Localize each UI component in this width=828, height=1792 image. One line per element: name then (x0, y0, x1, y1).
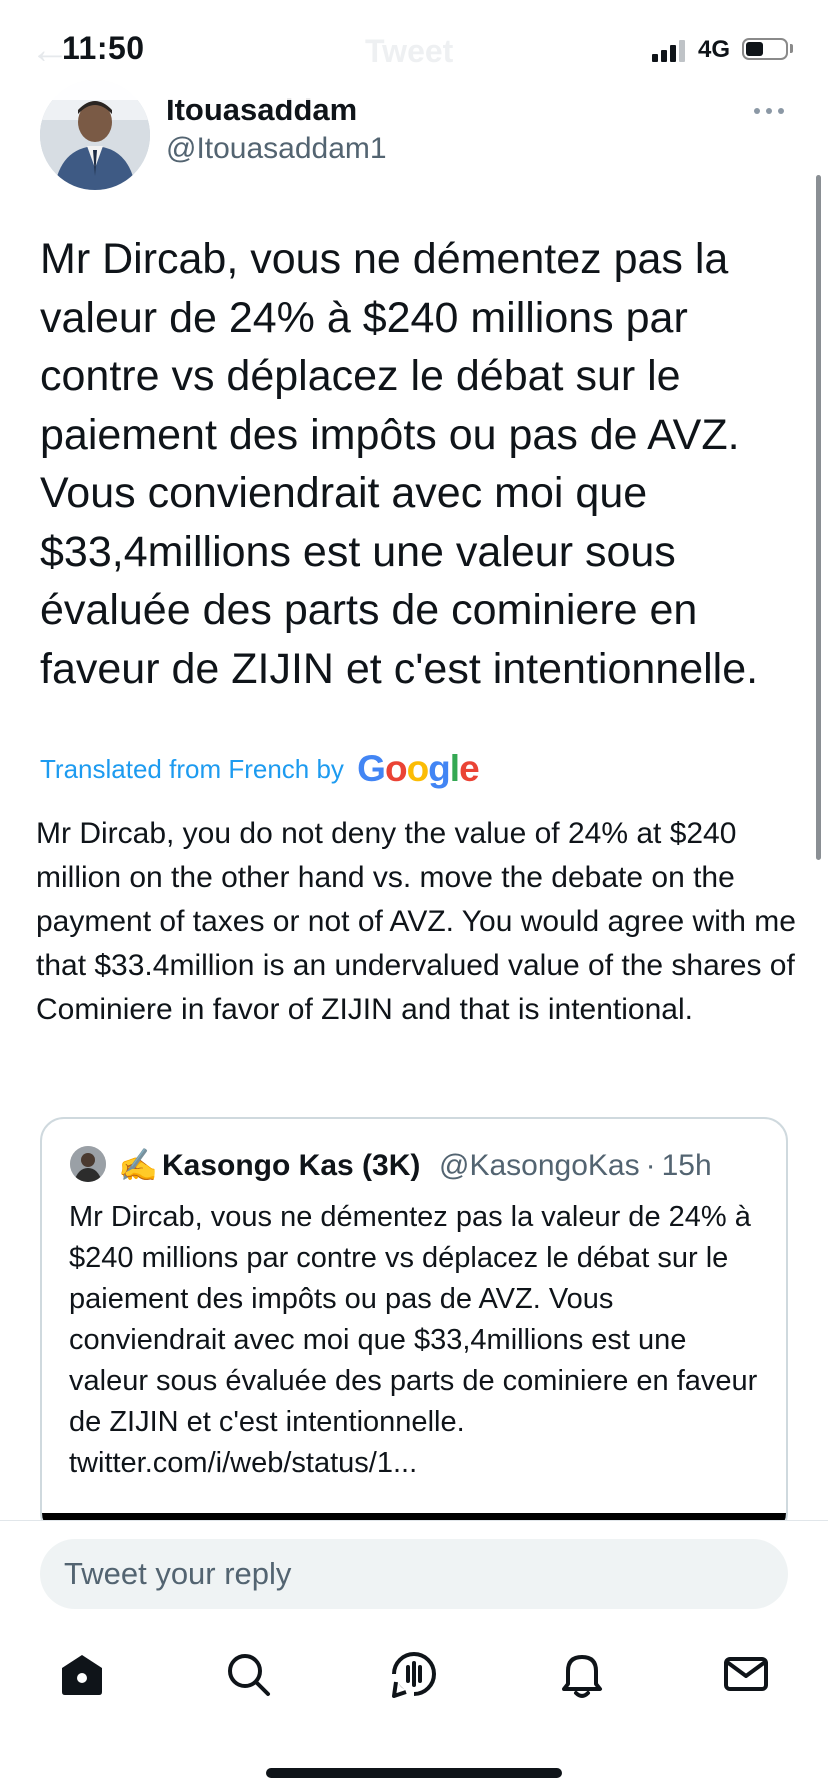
status-bar: ← Tweet 11:50 4G (0, 0, 828, 100)
signal-strength-icon (652, 38, 688, 62)
quoted-tweet-time: 15h (661, 1149, 712, 1182)
more-options-icon[interactable] (752, 96, 786, 124)
translated-text: Mr Dircab, you do not deny the value of … (36, 817, 796, 1026)
messages-icon[interactable] (718, 1646, 774, 1702)
tweet-detail-screen: ← Tweet 11:50 4G Itouasaddam @Itouasadda… (0, 0, 828, 1792)
network-type: 4G (698, 36, 731, 63)
author-handle[interactable]: @Itouasaddam1 (166, 132, 387, 166)
quoted-tweet-text: Mr Dircab, vous ne démentez pas la valeu… (69, 1201, 758, 1479)
quoted-author-avatar (70, 1146, 106, 1182)
notifications-icon[interactable] (554, 1646, 610, 1702)
tweet-text: Mr Dircab, vous ne démentez pas la valeu… (40, 235, 759, 693)
reply-bar: Tweet your reply (0, 1520, 828, 1792)
status-time: 11:50 (62, 30, 145, 66)
scroll-indicator (816, 175, 821, 860)
reply-input[interactable]: Tweet your reply (40, 1539, 788, 1609)
writing-hand-icon: ✍️ (118, 1147, 158, 1183)
home-indicator (266, 1768, 562, 1778)
quoted-author-handle: @KasongoKas (439, 1149, 640, 1182)
spaces-icon[interactable] (386, 1646, 442, 1702)
google-logo: Google (357, 748, 479, 789)
battery-level (746, 42, 763, 56)
translation-attribution: Translated from French by Google (40, 748, 480, 790)
quoted-tweet-card[interactable]: ✍️ Kasongo Kas (3K) @KasongoKas · 15h Mr D… (40, 1117, 788, 1537)
search-icon[interactable] (220, 1646, 276, 1702)
translated-label: Translated from French by (40, 754, 344, 784)
meta-separator: · (645, 1149, 656, 1182)
home-icon[interactable] (54, 1646, 110, 1702)
quoted-author-meta: @KasongoKas · 15h (439, 1149, 712, 1183)
header-title: Tweet (365, 33, 454, 69)
quoted-author-name: Kasongo Kas (3K) (162, 1149, 421, 1182)
battery-icon (742, 38, 788, 60)
battery-tip (790, 44, 793, 53)
